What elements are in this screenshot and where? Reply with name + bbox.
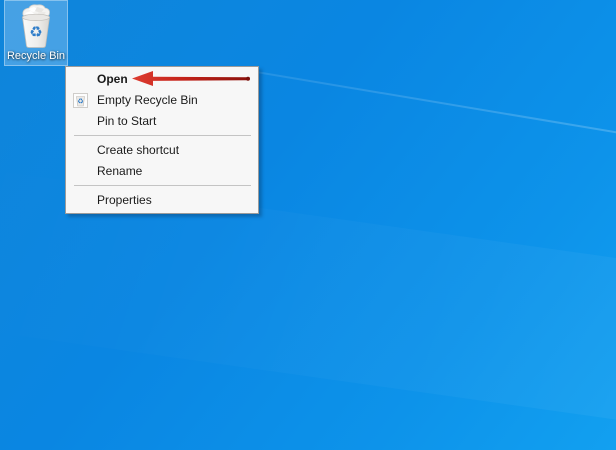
wallpaper-light-beam	[249, 70, 616, 143]
menu-item-empty-recycle-bin[interactable]: ♻ Empty Recycle Bin	[66, 90, 258, 111]
menu-item-open[interactable]: Open	[66, 69, 258, 90]
desktop-icon-recycle-bin[interactable]: ♻ Recycle Bin	[4, 0, 68, 66]
recycle-bin-full-icon: ♻	[22, 4, 50, 48]
menu-item-label: Empty Recycle Bin	[97, 93, 198, 107]
svg-text:♻: ♻	[77, 98, 83, 106]
menu-separator	[74, 135, 251, 136]
desktop-icon-label: Recycle Bin	[6, 50, 66, 62]
menu-item-create-shortcut[interactable]: Create shortcut	[66, 140, 258, 161]
menu-item-rename[interactable]: Rename	[66, 161, 258, 182]
menu-item-properties[interactable]: Properties	[66, 190, 258, 211]
svg-text:♻: ♻	[29, 23, 42, 41]
menu-item-pin-to-start[interactable]: Pin to Start	[66, 111, 258, 132]
recycle-bin-context-menu: Open ♻ Empty Recycle Bin Pin to Start Cr…	[65, 66, 259, 214]
empty-recycle-bin-icon: ♻	[73, 93, 88, 108]
menu-separator	[74, 185, 251, 186]
